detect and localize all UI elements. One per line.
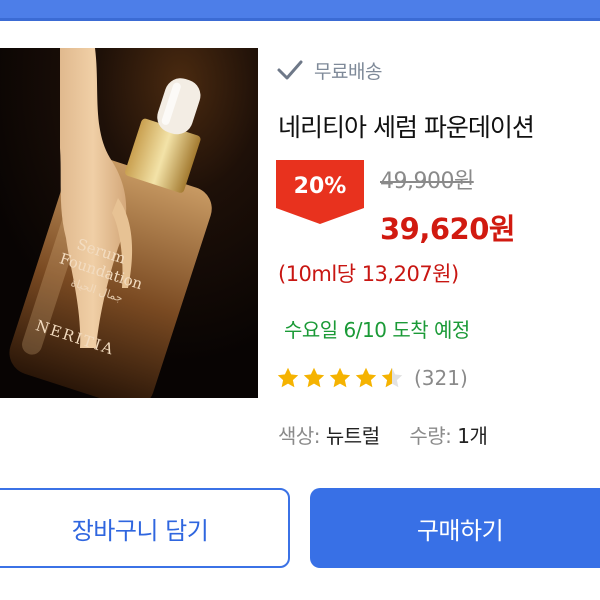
top-bar-border: [0, 18, 600, 21]
free-shipping-row: 무료배송: [276, 54, 382, 86]
quantity-value: 1개: [457, 424, 488, 448]
free-shipping-label: 무료배송: [314, 60, 382, 83]
star-full-icon: [329, 367, 351, 388]
discount-badge: 20%: [276, 160, 364, 224]
color-label: 색상:: [278, 424, 321, 448]
product-title[interactable]: 네리티아 세럼 파운데이션: [278, 108, 535, 144]
star-full-icon: [277, 367, 299, 388]
color-value: 뉴트럴: [325, 424, 380, 448]
sale-price: 39,620원: [380, 212, 516, 246]
add-to-cart-button[interactable]: 장바구니 담기: [0, 488, 290, 568]
buy-now-button[interactable]: 구매하기: [310, 488, 600, 568]
original-price: 49,900원: [380, 169, 474, 194]
review-count[interactable]: (321): [414, 366, 468, 390]
option-summary: 색상: 뉴트럴 수량: 1개: [278, 420, 488, 449]
check-icon: [277, 60, 303, 80]
discount-percent: 20%: [293, 174, 347, 199]
product-image[interactable]: Serum Foundation جمال الحياة NERITIA: [0, 48, 258, 398]
star-full-icon: [303, 367, 325, 388]
delivery-estimate: 수요일 6/10 도착 예정: [284, 318, 470, 342]
quantity-label: 수량:: [409, 424, 452, 448]
serum-foundation-bottle-illustration: Serum Foundation جمال الحياة NERITIA: [0, 48, 258, 398]
star-half-icon: [381, 367, 403, 388]
star-full-icon: [355, 367, 377, 388]
top-bar: [0, 0, 600, 18]
unit-price: (10ml당 13,207원): [278, 262, 459, 286]
rating-row[interactable]: (321): [276, 366, 468, 390]
